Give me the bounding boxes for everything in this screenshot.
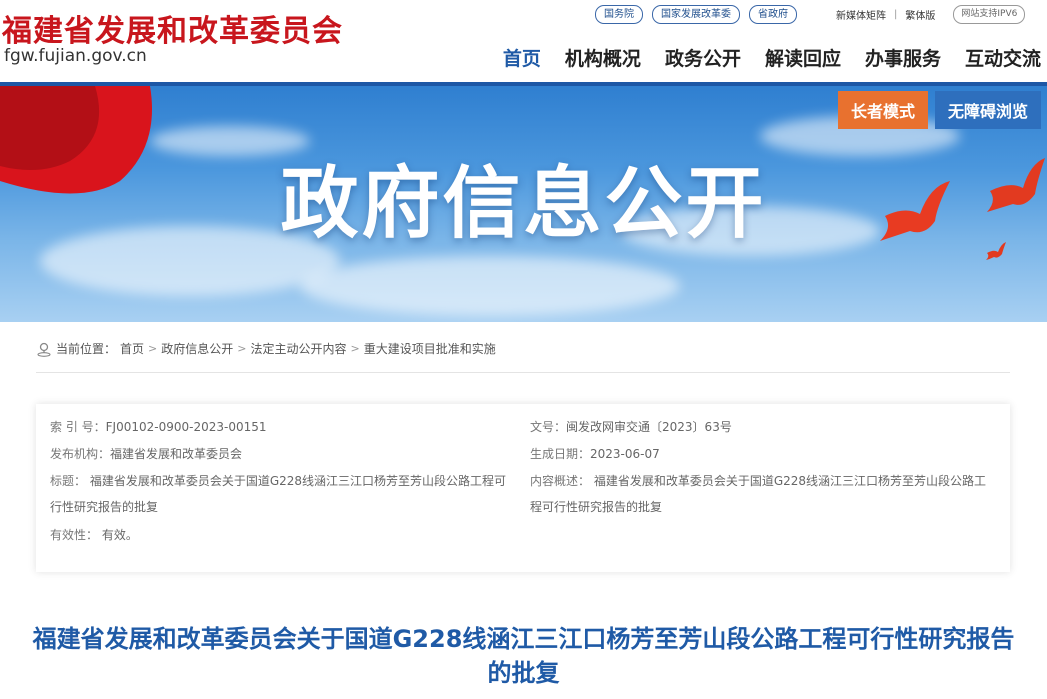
banner-title: 政府信息公开 [280, 159, 767, 249]
nav-gov-affairs[interactable]: 政务公开 [665, 44, 741, 71]
link-ndrc[interactable]: 国家发展改革委 [652, 5, 740, 24]
breadcrumb-statutory[interactable]: 法定主动公开内容 [250, 340, 346, 357]
nav-about[interactable]: 机构概况 [565, 44, 641, 71]
breadcrumb-arrow: > [148, 342, 158, 355]
main-content: 当前位置： 首页 > 政府信息公开 > 法定主动公开内容 > 重大建设项目批准和… [0, 322, 1047, 699]
ipv6-badge[interactable]: 网站支持IPV6 [953, 5, 1026, 24]
nav-services[interactable]: 办事服务 [865, 44, 941, 71]
document-title: 福建省发展和改革委员会关于国道G228线涵江三江口杨芳至芳山段公路工程可行性研究… [32, 625, 1015, 687]
date-value: 2023-06-07 [590, 447, 660, 461]
breadcrumb: 当前位置： 首页 > 政府信息公开 > 法定主动公开内容 > 重大建设项目批准和… [36, 340, 496, 357]
breadcrumb-divider [36, 372, 1010, 373]
date-row: 生成日期：2023-06-07 [530, 441, 660, 467]
date-label: 生成日期： [530, 447, 591, 461]
accessible-browse-button[interactable]: 无障碍浏览 [935, 91, 1041, 129]
title-row: 标题： 福建省发展和改革委员会关于国道G228线涵江三江口杨芳至芳山段公路工程可… [50, 468, 512, 520]
nav-home[interactable]: 首页 [503, 44, 541, 71]
breadcrumb-arrow: > [237, 342, 247, 355]
top-links: 国务院 国家发展改革委 省政府 [595, 5, 797, 24]
site-header: 福建省发展和改革委员会 fgw.fujian.gov.cn 国务院 国家发展改革… [0, 0, 1047, 84]
index-number-row: 索 引 号：FJ00102-0900-2023-00151 [50, 414, 267, 440]
document-info-box: 索 引 号：FJ00102-0900-2023-00151 文号：闽发改网审交通… [36, 404, 1010, 572]
link-state-council[interactable]: 国务院 [595, 5, 643, 24]
publisher-value: 福建省发展和改革委员会 [110, 447, 243, 461]
validity-row: 有效性： 有效。 [50, 522, 138, 548]
validity-label: 有效性： [50, 528, 99, 542]
site-url: fgw.fujian.gov.cn [4, 46, 147, 66]
main-nav: 首页 机构概况 政务公开 解读回应 办事服务 互动交流 [503, 44, 1041, 71]
top-tools: 新媒体矩阵 | 繁体版 网站支持IPV6 [836, 5, 1026, 24]
nav-interaction[interactable]: 互动交流 [965, 44, 1041, 71]
validity-value: 有效。 [101, 528, 138, 542]
publisher-row: 发布机构：福建省发展和改革委员会 [50, 441, 242, 467]
index-number-label: 索 引 号： [50, 420, 106, 434]
publisher-label: 发布机构： [50, 447, 111, 461]
doc-number-value: 闽发改网审交通〔2023〕63号 [566, 420, 732, 434]
location-icon [37, 342, 51, 357]
breadcrumb-home[interactable]: 首页 [120, 340, 144, 357]
cloud-decoration [300, 256, 680, 316]
banner: 政府信息公开 长者模式 无障碍浏览 [0, 86, 1047, 322]
tool-separator: | [894, 9, 898, 20]
summary-row: 内容概述： 福建省发展和改革委员会关于国道G228线涵江三江口杨芳至芳山段公路工… [530, 468, 992, 520]
breadcrumb-prefix: 当前位置： [56, 342, 117, 356]
doc-number-label: 文号： [530, 420, 567, 434]
elder-mode-button[interactable]: 长者模式 [838, 91, 928, 129]
index-number-value: FJ00102-0900-2023-00151 [105, 420, 267, 434]
nav-interpretation[interactable]: 解读回应 [765, 44, 841, 71]
summary-value: 福建省发展和改革委员会关于国道G228线涵江三江口杨芳至芳山段公路工程可行性研究… [530, 474, 987, 514]
traditional-chinese-link[interactable]: 繁体版 [905, 7, 935, 22]
summary-label: 内容概述： [530, 474, 591, 488]
new-media-matrix-link[interactable]: 新媒体矩阵 [836, 7, 886, 22]
site-logo[interactable]: 福建省发展和改革委员会 [2, 6, 343, 50]
link-provincial-gov[interactable]: 省政府 [749, 5, 797, 24]
breadcrumb-gov-info[interactable]: 政府信息公开 [161, 340, 233, 357]
breadcrumb-major-projects[interactable]: 重大建设项目批准和实施 [364, 340, 496, 357]
doc-number-row: 文号：闽发改网审交通〔2023〕63号 [530, 414, 732, 440]
title-value: 福建省发展和改革委员会关于国道G228线涵江三江口杨芳至芳山段公路工程可行性研究… [50, 474, 507, 514]
breadcrumb-arrow: > [350, 342, 360, 355]
title-label: 标题： [50, 474, 87, 488]
